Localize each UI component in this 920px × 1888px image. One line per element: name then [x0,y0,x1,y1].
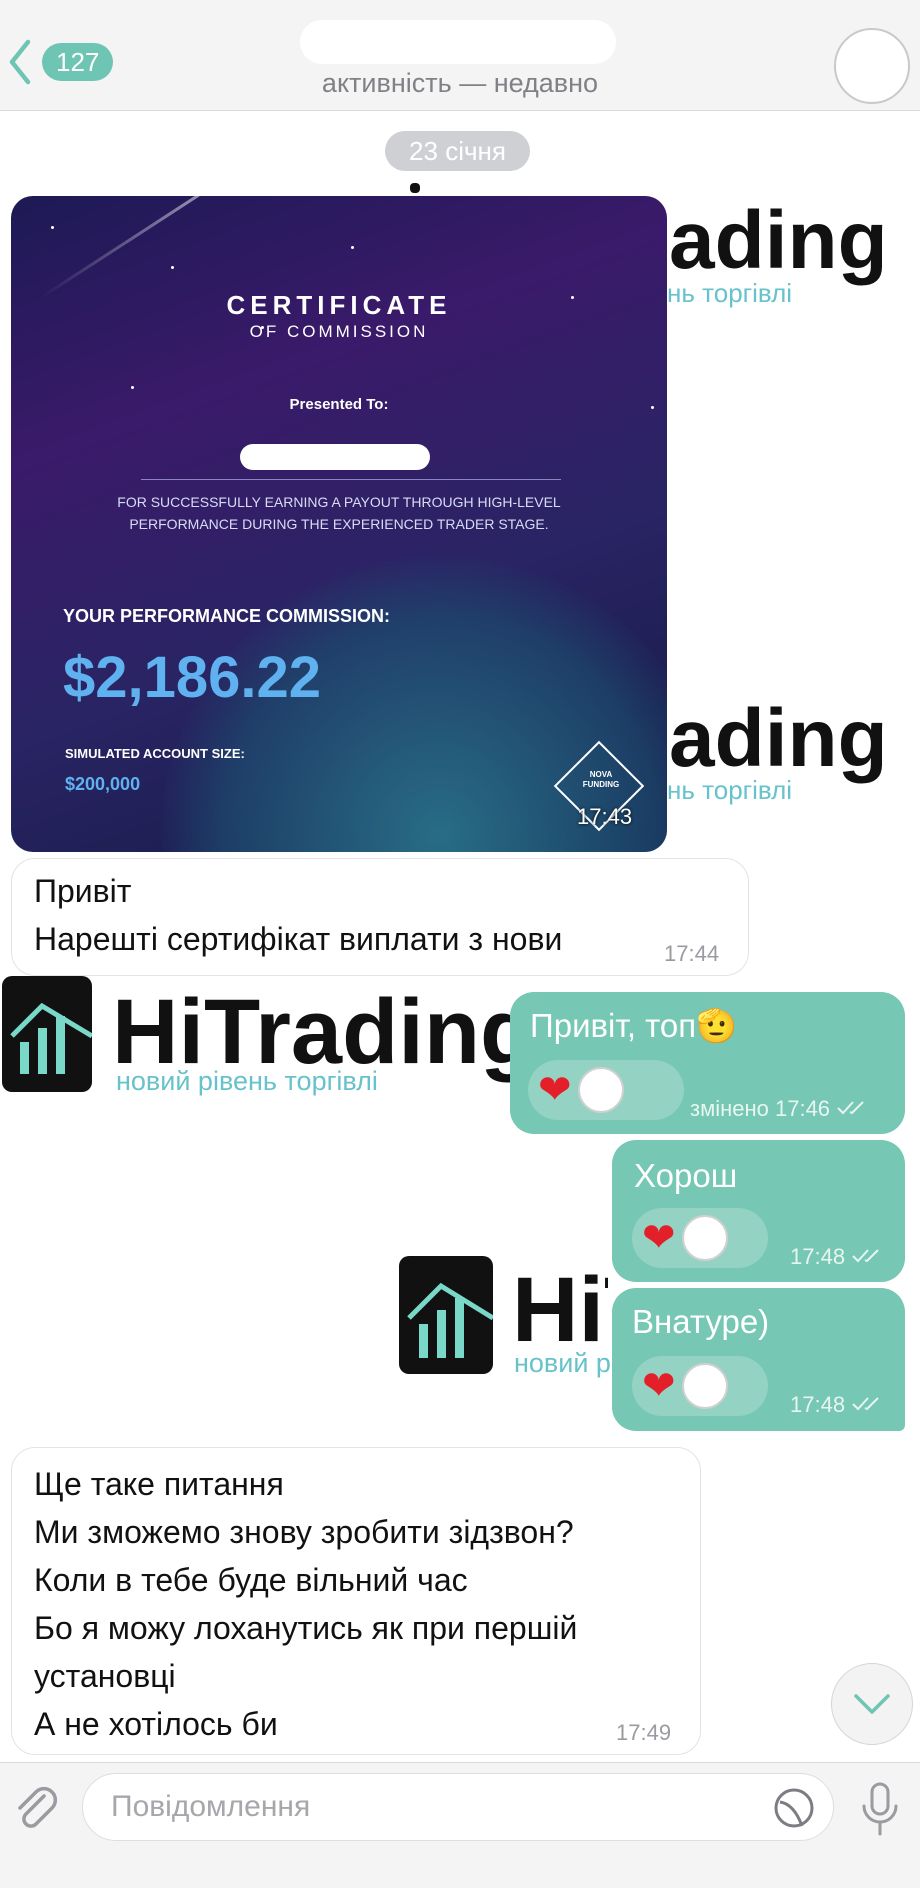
message-text-line: установці [34,1658,176,1694]
message-text: Хорош [634,1157,738,1194]
wallpaper-logo-fragment [410,183,420,193]
wallpaper-logo-icon [399,1256,495,1374]
message-text-line: Бо я можу лоханутись як при першій [34,1610,578,1646]
message-input[interactable] [82,1773,834,1841]
microphone-icon [862,1782,898,1836]
message-time: 17:43 [577,804,633,829]
message-text: Внатуре) [632,1303,770,1340]
message-time: 17:48 [790,1392,883,1418]
sticker-icon [774,1788,814,1828]
message-text-line: Ми зможемо знову зробити зідзвон? [34,1514,574,1550]
message-text-line: Ще таке питання [34,1466,284,1502]
scroll-to-bottom-button[interactable] [831,1663,913,1745]
chevron-left-icon [9,39,31,85]
outgoing-message[interactable]: Хорош ❤ 17:48 [612,1140,905,1282]
reactor-avatar [681,1215,728,1261]
outgoing-message[interactable]: Внатуре) ❤ 17:48 [612,1288,905,1431]
incoming-message[interactable]: Привіт Нарешті сертифікат виплати з нови… [11,858,749,976]
nova-funding-logo-text: NOVA FUNDING [573,770,629,790]
certificate-body-line2: PERFORMANCE DURING THE EXPERIENCED TRADE… [129,516,549,532]
wallpaper-tagline-fragment: нь торгівлі [667,278,793,308]
commission-label: YOUR PERFORMANCE COMMISSION: [63,606,391,626]
unread-count-badge: 127 [42,43,114,81]
voice-message-button[interactable] [858,1780,902,1838]
wallpaper-brand-fragment: ading [669,693,888,784]
sticker-button[interactable] [772,1786,816,1830]
certificate-subtitle: OF COMMISSION [249,322,429,341]
wallpaper-tagline: новий рівень торгівлі [514,1348,610,1378]
reactor-avatar [577,1067,624,1113]
wallpaper-tagline-clip: новий рівень торгівлі [514,1348,610,1384]
reaction-chip[interactable]: ❤ [528,1060,684,1120]
heart-reaction-icon: ❤ [538,1068,572,1112]
chat-title-redacted[interactable] [300,20,616,64]
commission-amount: $2,186.22 [63,645,322,710]
double-check-icon [852,1249,879,1263]
message-text-line: Коли в тебе буде вільний час [34,1562,468,1598]
double-check-icon [837,1101,864,1115]
message-text: Привіт, топ🫡 [530,1007,738,1044]
message-time: 17:49 [616,1720,672,1745]
certificate-body-line1: FOR SUCCESSFULLY EARNING A PAYOUT THROUG… [117,494,561,510]
message-time: 17:48 [790,1244,883,1270]
wallpaper-tagline-fragment: нь торгівлі [667,775,793,805]
outgoing-message[interactable]: Привіт, топ🫡 ❤ змінено 17:46 [510,992,905,1134]
message-time: 17:44 [664,941,720,966]
back-button[interactable]: 127 [6,32,116,92]
certificate-presented-to: Presented To: [289,396,389,413]
date-separator: 23 січня [385,131,530,171]
avatar[interactable] [834,28,910,104]
wallpaper-brand: HiTrading [512,1262,608,1361]
double-check-icon [852,1397,879,1411]
chevron-down-icon [854,1694,890,1714]
paperclip-icon [18,1786,58,1828]
incoming-message[interactable]: Ще таке питання Ми зможемо знову зробити… [11,1447,701,1755]
heart-reaction-icon: ❤ [642,1364,676,1408]
account-size-value: $200,000 [65,774,141,794]
heart-reaction-icon: ❤ [642,1216,676,1260]
message-time: змінено 17:46 [690,1096,868,1122]
recipient-name-redacted [240,444,430,470]
last-seen-status: активність — недавно [321,68,599,98]
certificate-divider [141,479,561,480]
reactor-avatar [681,1363,728,1409]
logo-line1: NOVA [589,770,613,779]
reaction-chip[interactable]: ❤ [632,1208,768,1268]
certificate-title: CERTIFICATE [226,290,452,320]
wallpaper-brand-clip: HiTrading [512,1262,608,1362]
wallpaper-tagline: новий рівень торгівлі [116,1066,378,1096]
account-size-label: SIMULATED ACCOUNT SIZE: [65,746,245,761]
reaction-chip[interactable]: ❤ [632,1356,768,1416]
wallpaper-brand-fragment: ading [669,195,888,286]
wallpaper-logo-icon [2,976,94,1092]
logo-line2: FUNDING [582,780,620,789]
message-text-line: Нарешті сертифікат виплати з нови [34,921,563,957]
message-text-line: А не хотілось би [34,1706,278,1742]
attach-button[interactable] [10,1782,62,1834]
shooting-star [40,196,260,299]
certificate-image[interactable]: CERTIFICATE OF COMMISSION Presented To: … [11,196,667,852]
message-text-line: Привіт [34,873,132,909]
